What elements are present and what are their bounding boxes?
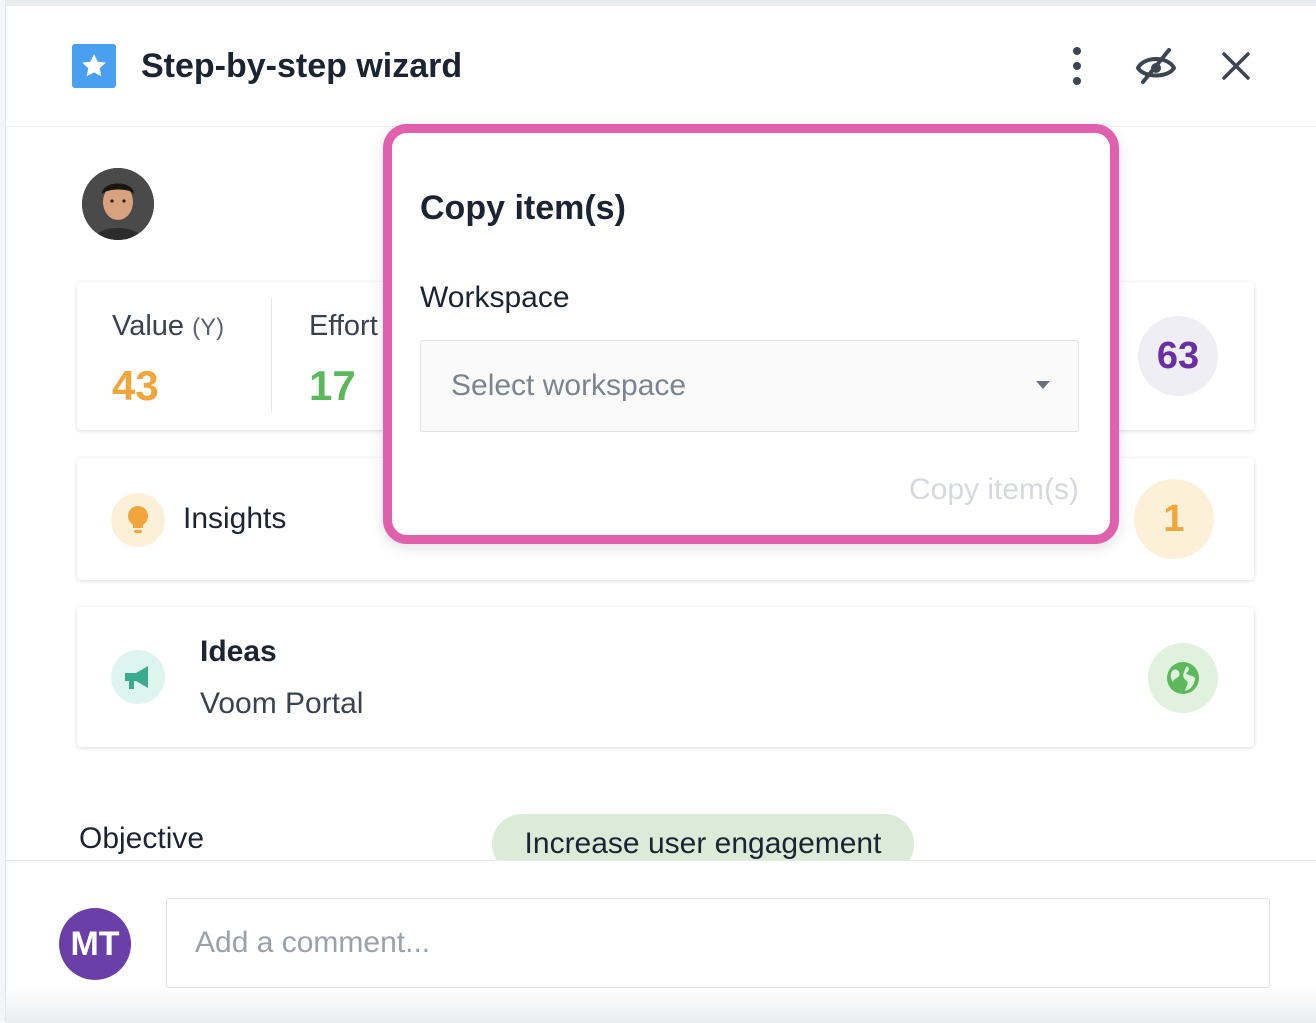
- copy-items-popover: Copy item(s) Workspace Select workspace …: [383, 124, 1119, 544]
- more-options-button[interactable]: [1053, 42, 1101, 90]
- megaphone-icon: [111, 650, 165, 704]
- value-score[interactable]: 43: [112, 362, 159, 410]
- owner-avatar[interactable]: [82, 168, 154, 240]
- insights-label: Insights: [183, 502, 287, 535]
- ideas-portal-name: Voom Portal: [200, 687, 364, 720]
- insights-count-badge: 1: [1134, 479, 1214, 559]
- chevron-down-icon: [1036, 381, 1050, 389]
- ideas-card[interactable]: Ideas Voom Portal: [77, 607, 1254, 747]
- copy-items-button[interactable]: Copy item(s): [909, 473, 1079, 507]
- effort-score[interactable]: 17: [309, 362, 356, 410]
- comment-input[interactable]: [166, 898, 1270, 988]
- lightbulb-icon: [111, 493, 165, 547]
- current-user-avatar: MT: [59, 908, 131, 980]
- close-button[interactable]: [1212, 42, 1260, 90]
- workspace-label: Workspace: [420, 281, 570, 314]
- total-score-badge: 63: [1138, 316, 1218, 396]
- footer-shade: [6, 987, 1316, 1023]
- page-title: Step-by-step wizard: [141, 47, 463, 85]
- hide-button[interactable]: [1132, 42, 1180, 90]
- panel-header: Step-by-step wizard: [6, 6, 1316, 127]
- comment-footer: MT: [6, 860, 1316, 1023]
- metric-divider: [271, 298, 272, 412]
- more-vertical-icon: [1073, 47, 1081, 85]
- star-icon: [72, 44, 116, 88]
- hide-eye-icon: [1135, 48, 1177, 84]
- effort-label: Effort: [309, 310, 378, 342]
- workspace-select[interactable]: Select workspace: [420, 340, 1079, 432]
- copy-items-title: Copy item(s): [420, 189, 626, 227]
- close-icon: [1222, 52, 1250, 80]
- workspace-select-placeholder: Select workspace: [451, 369, 687, 402]
- ideas-title: Ideas: [200, 635, 277, 668]
- globe-icon[interactable]: [1148, 643, 1218, 713]
- value-label: Value (Y): [112, 310, 225, 342]
- objective-label: Objective: [79, 822, 205, 855]
